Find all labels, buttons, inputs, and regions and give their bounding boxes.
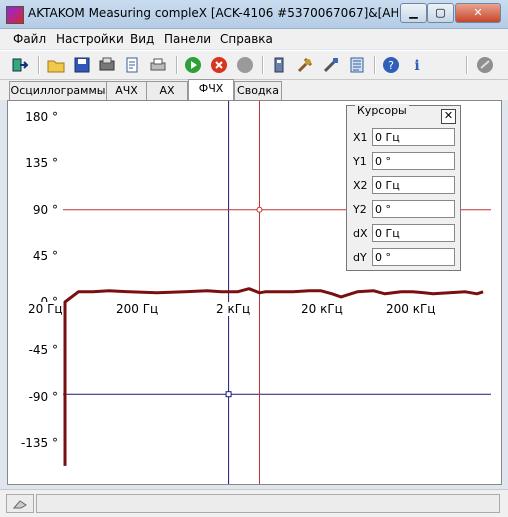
toolbar-separator bbox=[466, 56, 468, 74]
close-icon[interactable]: ✕ bbox=[441, 109, 456, 124]
tab-amplitude[interactable]: АХ bbox=[146, 81, 188, 100]
eraser-icon[interactable] bbox=[6, 494, 34, 513]
x-tick-label: 2 кГц bbox=[216, 302, 251, 316]
menu-settings[interactable]: Настройки bbox=[56, 32, 124, 46]
menu-bar: Файл Настройки Вид Панели Справка bbox=[0, 29, 508, 49]
menu-help[interactable]: Справка bbox=[220, 32, 273, 46]
open-icon[interactable] bbox=[46, 55, 66, 75]
info-icon[interactable]: i bbox=[407, 55, 427, 75]
tab-summary[interactable]: Сводка bbox=[234, 81, 282, 100]
cursor-x2-field[interactable]: 0 Гц bbox=[372, 176, 455, 194]
x-tick-label: 200 Гц bbox=[116, 302, 159, 316]
parameters-icon[interactable] bbox=[347, 55, 367, 75]
save-icon[interactable] bbox=[72, 55, 92, 75]
maximize-button[interactable]: ▢ bbox=[427, 3, 454, 23]
stop-icon[interactable] bbox=[209, 55, 229, 75]
toolbar-separator bbox=[262, 56, 264, 74]
cursor-y2-label: Y2 bbox=[353, 203, 367, 216]
toolbar-separator bbox=[176, 56, 178, 74]
title-bar: AKTAKOM Measuring compleX [ACK-4106 #537… bbox=[0, 0, 508, 29]
tab-oscillograms[interactable]: Осциллограммы bbox=[9, 81, 107, 100]
toolbar-separator bbox=[38, 56, 40, 74]
menu-view[interactable]: Вид bbox=[130, 32, 154, 46]
status-bar bbox=[0, 489, 508, 517]
device-icon[interactable] bbox=[269, 55, 289, 75]
cursor-x1-label: X1 bbox=[353, 131, 368, 144]
cursor-dy-field[interactable]: 0 ° bbox=[372, 248, 455, 266]
cursor-y1-label: Y1 bbox=[353, 155, 367, 168]
cursor-dx-label: dX bbox=[353, 227, 368, 240]
cursor-y1-field[interactable]: 0 ° bbox=[372, 152, 455, 170]
phase-chart-area[interactable]: 180 ° 135 ° 90 ° 45 ° 0 ° -45 ° -90 ° -1… bbox=[7, 100, 502, 485]
cursor-x1-field[interactable]: 0 Гц bbox=[372, 128, 455, 146]
cursor-dx-field[interactable]: 0 Гц bbox=[372, 224, 455, 242]
cursor-y2-field[interactable]: 0 ° bbox=[372, 200, 455, 218]
x-tick-label: 20 кГц bbox=[301, 302, 343, 316]
print-preview-icon[interactable] bbox=[97, 55, 117, 75]
toolbar-separator bbox=[374, 56, 376, 74]
cursor-2-marker bbox=[256, 206, 263, 213]
cursor-x2-label: X2 bbox=[353, 179, 368, 192]
menu-panels[interactable]: Панели bbox=[164, 32, 211, 46]
printer-icon[interactable] bbox=[148, 55, 168, 75]
status-text-area bbox=[36, 494, 500, 513]
disabled-icon[interactable] bbox=[475, 55, 495, 75]
cursor-1-marker bbox=[225, 391, 232, 398]
cursors-panel: Курсоры ✕ X1 0 Гц Y1 0 ° X2 0 Гц Y2 0 ° … bbox=[346, 104, 461, 271]
x-tick-label: 20 Гц bbox=[28, 302, 63, 316]
exit-icon[interactable] bbox=[10, 55, 30, 75]
tab-phase-response[interactable]: ФЧХ bbox=[188, 79, 234, 101]
tools-icon[interactable] bbox=[295, 55, 315, 75]
pause-icon[interactable] bbox=[235, 55, 255, 75]
cursors-panel-title: Курсоры bbox=[355, 104, 409, 117]
minimize-button[interactable]: ▁ bbox=[400, 3, 427, 23]
menu-file[interactable]: Файл bbox=[13, 32, 46, 46]
window-title: AKTAKOM Measuring compleX [ACK-4106 #537… bbox=[28, 6, 398, 20]
x-tick-label: 200 кГц bbox=[386, 302, 436, 316]
page-icon[interactable] bbox=[122, 55, 142, 75]
tab-frequency-response[interactable]: АЧХ bbox=[106, 81, 147, 100]
toolbar: ? i bbox=[0, 50, 508, 80]
run-icon[interactable] bbox=[183, 55, 203, 75]
tab-strip: Осциллограммы АЧХ АХ ФЧХ Сводка bbox=[0, 79, 508, 101]
cursor-dy-label: dY bbox=[353, 251, 367, 264]
svg-text:?: ? bbox=[388, 59, 394, 72]
svg-text:i: i bbox=[414, 58, 419, 74]
close-button[interactable]: ✕ bbox=[455, 3, 501, 23]
settings-icon[interactable] bbox=[321, 55, 341, 75]
app-icon bbox=[6, 6, 24, 24]
help-icon[interactable]: ? bbox=[381, 55, 401, 75]
